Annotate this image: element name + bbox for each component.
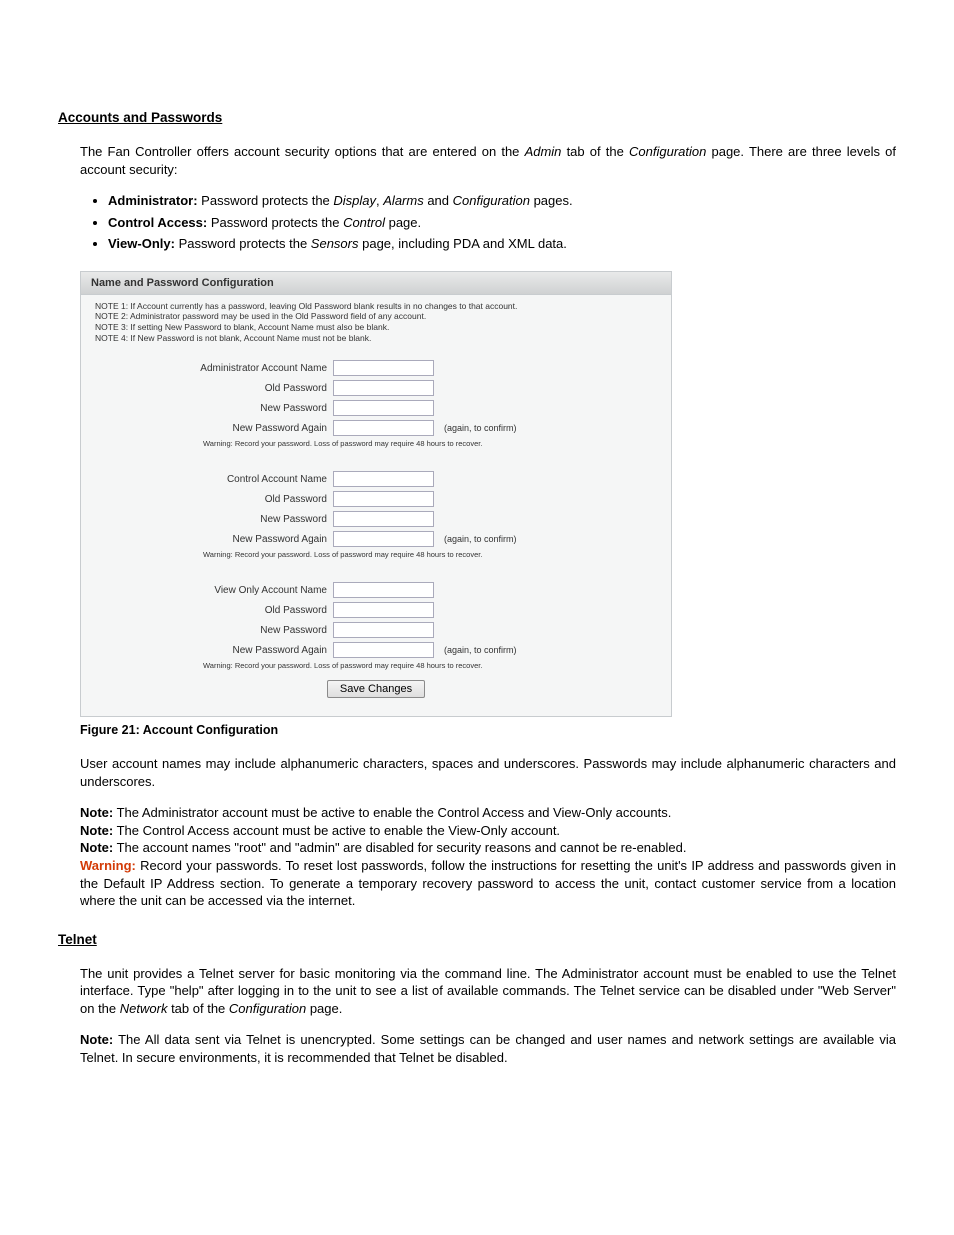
panel-title: Name and Password Configuration: [81, 272, 671, 295]
note-3: Note: The account names "root" and "admi…: [80, 839, 896, 857]
text: tab of the: [561, 144, 629, 159]
panel-note2: NOTE 2: Administrator password may be us…: [95, 311, 661, 322]
bullet-list: Administrator: Password protects the Dis…: [108, 192, 896, 253]
document-page: Accounts and Passwords The Fan Controlle…: [0, 0, 954, 1140]
text: Record your passwords. To reset lost pas…: [80, 858, 896, 908]
panel-notes: NOTE 1: If Account currently has a passw…: [81, 295, 671, 348]
label-old-password: Old Password: [95, 605, 333, 616]
italic: Configuration: [229, 1001, 306, 1016]
label-new-password: New Password: [95, 625, 333, 636]
bold-label: Administrator:: [108, 193, 198, 208]
warning-line: Warning: Record your passwords. To reset…: [80, 857, 896, 910]
figure-caption: Figure 21: Account Configuration: [80, 723, 896, 737]
label-view-only-account: View Only Account Name: [95, 585, 333, 596]
section1-body: The Fan Controller offers account securi…: [80, 143, 896, 910]
note-label: Note:: [80, 1032, 113, 1047]
label-new-password-again: New Password Again: [95, 534, 333, 545]
input-control-new-password[interactable]: [333, 511, 434, 527]
italic: Network: [120, 1001, 168, 1016]
password-warning: Warning: Record your password. Loss of p…: [203, 661, 661, 670]
heading-accounts: Accounts and Passwords: [58, 110, 896, 125]
text: pages.: [530, 193, 573, 208]
label-old-password: Old Password: [95, 383, 333, 394]
save-changes-button[interactable]: Save Changes: [327, 680, 425, 698]
form-group-control: Control Account Name Old Password New Pa…: [81, 458, 671, 559]
input-admin-new-password-again[interactable]: [333, 420, 434, 436]
form-group-admin: Administrator Account Name Old Password …: [81, 347, 671, 448]
bold-label: View-Only:: [108, 236, 175, 251]
input-control-new-password-again[interactable]: [333, 531, 434, 547]
bold-label: Control Access:: [108, 215, 207, 230]
italic: Alarms: [383, 193, 423, 208]
text: The Control Access account must be activ…: [113, 823, 560, 838]
italic: Control: [343, 215, 385, 230]
text: The All data sent via Telnet is unencryp…: [80, 1032, 896, 1065]
input-view-only-new-password[interactable]: [333, 622, 434, 638]
bullet-administrator: Administrator: Password protects the Dis…: [108, 192, 896, 210]
form-group-view-only: View Only Account Name Old Password New …: [81, 569, 671, 670]
italic-configuration: Configuration: [629, 144, 706, 159]
input-view-only-new-password-again[interactable]: [333, 642, 434, 658]
panel-note4: NOTE 4: If New Password is not blank, Ac…: [95, 333, 661, 344]
note-label: Note:: [80, 805, 113, 820]
warning-label: Warning:: [80, 858, 136, 873]
input-admin-account[interactable]: [333, 360, 434, 376]
input-admin-new-password[interactable]: [333, 400, 434, 416]
bullet-control-access: Control Access: Password protects the Co…: [108, 214, 896, 232]
label-admin-account: Administrator Account Name: [95, 363, 333, 374]
config-panel: Name and Password Configuration NOTE 1: …: [80, 271, 672, 718]
text: page.: [306, 1001, 342, 1016]
label-new-password: New Password: [95, 514, 333, 525]
intro-para: The Fan Controller offers account securi…: [80, 143, 896, 178]
text: Password protects the: [175, 236, 311, 251]
note-1: Note: The Administrator account must be …: [80, 804, 896, 822]
input-view-only-account[interactable]: [333, 582, 434, 598]
note-label: Note:: [80, 840, 113, 855]
telnet-para1: The unit provides a Telnet server for ba…: [80, 965, 896, 1018]
text: and: [424, 193, 453, 208]
text: The account names "root" and "admin" are…: [113, 840, 686, 855]
note-label: Note:: [80, 823, 113, 838]
password-warning: Warning: Record your password. Loss of p…: [203, 550, 661, 559]
input-view-only-old-password[interactable]: [333, 602, 434, 618]
text: tab of the: [167, 1001, 228, 1016]
panel-note1: NOTE 1: If Account currently has a passw…: [95, 301, 661, 312]
telnet-note: Note: The All data sent via Telnet is un…: [80, 1031, 896, 1066]
bullet-view-only: View-Only: Password protects the Sensors…: [108, 235, 896, 253]
text: The Fan Controller offers account securi…: [80, 144, 525, 159]
text: The Administrator account must be active…: [113, 805, 671, 820]
italic: Display: [333, 193, 376, 208]
text: Password protects the: [198, 193, 334, 208]
label-old-password: Old Password: [95, 494, 333, 505]
section2-body: The unit provides a Telnet server for ba…: [80, 965, 896, 1067]
italic-admin: Admin: [525, 144, 562, 159]
heading-telnet: Telnet: [58, 932, 896, 947]
text: page, including PDA and XML data.: [359, 236, 567, 251]
label-control-account: Control Account Name: [95, 474, 333, 485]
hint-confirm: (again, to confirm): [444, 645, 517, 655]
input-control-account[interactable]: [333, 471, 434, 487]
config-panel-wrap: Name and Password Configuration NOTE 1: …: [80, 271, 896, 718]
label-new-password: New Password: [95, 403, 333, 414]
para-usernames: User account names may include alphanume…: [80, 755, 896, 790]
input-control-old-password[interactable]: [333, 491, 434, 507]
label-new-password-again: New Password Again: [95, 645, 333, 656]
text: Password protects the: [207, 215, 343, 230]
hint-confirm: (again, to confirm): [444, 534, 517, 544]
hint-confirm: (again, to confirm): [444, 423, 517, 433]
label-new-password-again: New Password Again: [95, 423, 333, 434]
italic: Sensors: [311, 236, 359, 251]
note-2: Note: The Control Access account must be…: [80, 822, 896, 840]
italic: Configuration: [453, 193, 530, 208]
password-warning: Warning: Record your password. Loss of p…: [203, 439, 661, 448]
text: page.: [385, 215, 421, 230]
panel-note3: NOTE 3: If setting New Password to blank…: [95, 322, 661, 333]
input-admin-old-password[interactable]: [333, 380, 434, 396]
